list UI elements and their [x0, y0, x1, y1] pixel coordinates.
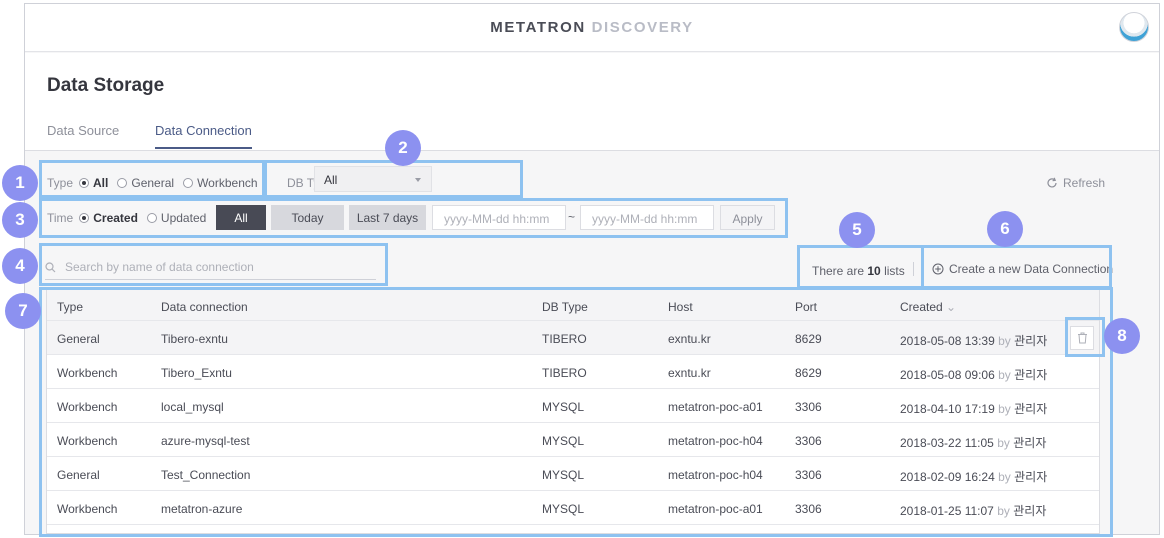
annotation-badge-7: 7 — [5, 293, 41, 329]
page-title: Data Storage — [47, 75, 165, 96]
annotation-box-2 — [264, 160, 523, 198]
logo-secondary: DISCOVERY — [591, 19, 694, 36]
top-bar: METATRON DISCOVERY — [25, 4, 1159, 52]
annotation-box-1 — [39, 160, 265, 198]
annotation-badge-3: 3 — [2, 202, 38, 238]
refresh-label: Refresh — [1063, 176, 1106, 190]
annotation-box-8 — [1065, 317, 1105, 357]
logo-primary: METATRON — [490, 19, 586, 36]
user-avatar[interactable] — [1119, 12, 1149, 42]
refresh-button[interactable]: Refresh — [1046, 176, 1105, 190]
annotation-badge-4: 4 — [2, 248, 38, 284]
tab-data-source[interactable]: Data Source — [47, 123, 119, 138]
annotation-badge-1: 1 — [2, 165, 38, 201]
annotation-badge-8: 8 — [1104, 318, 1140, 354]
page-header: Data Storage Data Source Data Connection — [25, 53, 1159, 151]
annotation-box-6 — [921, 245, 1112, 289]
annotation-badge-5: 5 — [839, 212, 875, 248]
annotation-box-5 — [797, 245, 924, 289]
annotation-badge-6: 6 — [987, 211, 1023, 247]
annotation-box-7 — [39, 287, 1113, 537]
tab-data-connection[interactable]: Data Connection — [155, 123, 252, 149]
refresh-icon — [1047, 177, 1057, 188]
annotation-box-4 — [39, 243, 388, 286]
annotation-badge-2: 2 — [385, 130, 421, 166]
annotation-box-3 — [39, 198, 788, 238]
app-logo[interactable]: METATRON DISCOVERY — [25, 19, 1159, 36]
